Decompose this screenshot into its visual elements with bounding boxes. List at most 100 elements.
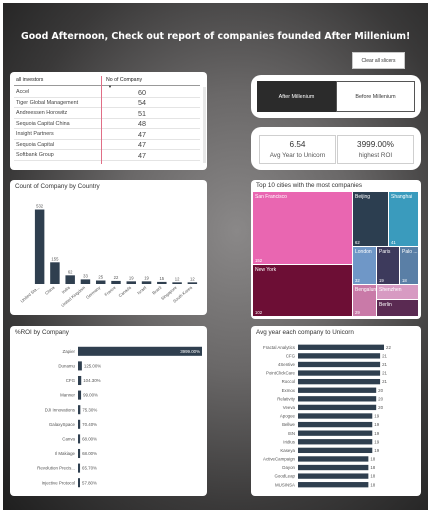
avg-bar[interactable] bbox=[298, 413, 373, 419]
avg-bar[interactable] bbox=[298, 439, 373, 445]
avg-bar[interactable] bbox=[298, 482, 369, 488]
after-millenium-button[interactable]: After Millenium bbox=[257, 81, 336, 112]
table-row[interactable]: Accel 60 bbox=[14, 87, 200, 98]
table-row[interactable]: Softbank Group 47 bbox=[14, 150, 200, 161]
roi-bar[interactable] bbox=[78, 463, 81, 473]
avg-bar[interactable] bbox=[298, 456, 369, 462]
tile-value: 102 bbox=[255, 310, 263, 315]
avg-category-label: GoodLeap bbox=[274, 474, 295, 479]
avg-bar[interactable] bbox=[298, 370, 381, 376]
before-millenium-button[interactable]: Before Millenium bbox=[336, 81, 415, 112]
avg-value-label: 20 bbox=[378, 405, 383, 410]
table-row[interactable]: Insight Partners 47 bbox=[14, 129, 200, 140]
treemap-tile[interactable]: Beijing 62 bbox=[353, 192, 388, 246]
avg-bar[interactable] bbox=[298, 473, 369, 479]
avg-category-label: Dayon bbox=[282, 465, 295, 470]
tile-name: London bbox=[355, 249, 372, 255]
roi-bar[interactable] bbox=[78, 405, 81, 415]
roi-value-label: 68.00% bbox=[82, 451, 97, 456]
country-value-label: 33 bbox=[83, 273, 88, 278]
roi-value-label: 57.80% bbox=[82, 480, 97, 485]
treemap-tile[interactable]: Bengaluru 29 bbox=[353, 285, 376, 316]
avg-value-label: 20 bbox=[378, 396, 383, 401]
cities-treemap-title: Top 10 cities with the most companies bbox=[256, 182, 363, 189]
country-bar[interactable] bbox=[95, 280, 106, 285]
avg-bar[interactable] bbox=[298, 361, 381, 368]
avg-category-label: Kaseya bbox=[280, 448, 295, 453]
avg-value-label: 21 bbox=[382, 379, 387, 384]
roi-bar[interactable] bbox=[78, 419, 81, 429]
avg-bar[interactable] bbox=[298, 404, 377, 411]
investors-table: all investors No of Company ▼ Accel 60 Tig… bbox=[10, 72, 207, 170]
treemap-tile[interactable]: Berlin bbox=[377, 300, 418, 316]
tile-name: Paris bbox=[379, 249, 391, 255]
table-row[interactable]: Andreessen Horowitz 51 bbox=[14, 108, 200, 119]
roi-bar[interactable] bbox=[78, 390, 82, 400]
treemap-tile[interactable]: Palo ... 18 bbox=[400, 247, 418, 284]
country-value-label: 62 bbox=[68, 269, 73, 274]
country-bar[interactable] bbox=[172, 282, 182, 284]
roi-category-label: Canva bbox=[62, 437, 75, 442]
roi-chart: %ROI by Company Zapier 3999.00% Dunamu 125.… bbox=[10, 326, 207, 496]
treemap-tile[interactable]: Paris 19 bbox=[377, 247, 399, 284]
avg-bar[interactable] bbox=[298, 464, 369, 471]
company-count: 60 bbox=[138, 87, 146, 97]
tile-name: San Francisco bbox=[255, 194, 287, 200]
avg-bar[interactable] bbox=[298, 344, 384, 350]
header-no-of-company[interactable]: No of Company bbox=[106, 77, 142, 83]
tile-value: 32 bbox=[355, 278, 360, 283]
page-title: Good Afternoon, Check out report of comp… bbox=[21, 31, 411, 42]
country-bar[interactable] bbox=[126, 281, 137, 284]
roi-bar[interactable] bbox=[78, 434, 81, 444]
table-header: all investors No of Company ▼ bbox=[14, 76, 200, 89]
treemap-tile[interactable]: New York 102 bbox=[253, 265, 352, 316]
avg-value-label: 18 bbox=[370, 474, 375, 479]
avg-year-kpi: 6.54 Avg Year to Unicorn bbox=[259, 135, 336, 164]
avg-bar[interactable] bbox=[298, 387, 377, 393]
treemap-tile[interactable]: Shenzhen bbox=[377, 285, 418, 299]
country-bar[interactable] bbox=[157, 281, 167, 284]
roi-bar[interactable] bbox=[78, 375, 82, 386]
treemap-tile[interactable]: London 32 bbox=[353, 247, 376, 284]
roi-category-label: Dunamu bbox=[58, 364, 75, 369]
avg-bar[interactable] bbox=[298, 396, 377, 402]
avg-bar[interactable] bbox=[298, 353, 381, 359]
country-bar[interactable] bbox=[187, 282, 198, 284]
avg-bar[interactable] bbox=[298, 447, 373, 454]
roi-category-label: Revolution Precis... bbox=[37, 466, 75, 471]
avg-category-label: Fractal Analytics bbox=[263, 345, 296, 350]
roi-value-label: 99.00% bbox=[83, 393, 98, 398]
country-bar[interactable] bbox=[34, 209, 45, 284]
report-canvas: Good Afternoon, Check out report of comp… bbox=[3, 3, 428, 510]
avg-bar[interactable] bbox=[298, 421, 373, 428]
table-row[interactable]: Sequoia Capital 47 bbox=[14, 140, 200, 150]
avg-bar[interactable] bbox=[298, 430, 373, 436]
roi-category-label: CFG bbox=[66, 378, 76, 383]
investor-name: Softbank Group bbox=[16, 152, 54, 158]
clear-all-slicers-button[interactable]: Clear all slicers bbox=[352, 52, 405, 69]
roi-bar[interactable] bbox=[78, 361, 82, 371]
tile-name: New York bbox=[255, 267, 277, 273]
roi-bar[interactable] bbox=[78, 478, 80, 488]
avg-year-value: 6.54 bbox=[289, 140, 306, 149]
roi-value-label: 125.00% bbox=[84, 364, 101, 369]
country-bar[interactable] bbox=[111, 280, 121, 284]
table-scrollbar[interactable] bbox=[203, 87, 206, 163]
treemap-tile[interactable]: San Francisco 152 bbox=[253, 192, 352, 264]
table-row[interactable]: Tiger Global Management 54 bbox=[14, 98, 200, 108]
table-row[interactable]: Sequoia Capital China 48 bbox=[14, 119, 200, 129]
avg-value-label: 19 bbox=[374, 414, 379, 419]
country-bar[interactable] bbox=[141, 281, 152, 284]
country-bar[interactable] bbox=[65, 275, 75, 284]
country-bar[interactable] bbox=[50, 262, 60, 284]
treemap-tile[interactable]: Shanghai 41 bbox=[389, 192, 418, 246]
country-value-label: 12 bbox=[190, 276, 195, 281]
country-bar[interactable] bbox=[80, 279, 91, 284]
header-all-investors[interactable]: all investors bbox=[16, 77, 43, 83]
avg-category-label: Apogee bbox=[280, 414, 296, 419]
country-tick-label: Germany bbox=[85, 284, 102, 299]
roi-bar[interactable] bbox=[78, 448, 81, 459]
avg-bar[interactable] bbox=[298, 378, 381, 385]
avg-value-label: 19 bbox=[374, 431, 379, 436]
country-tick-label: France bbox=[103, 285, 117, 298]
